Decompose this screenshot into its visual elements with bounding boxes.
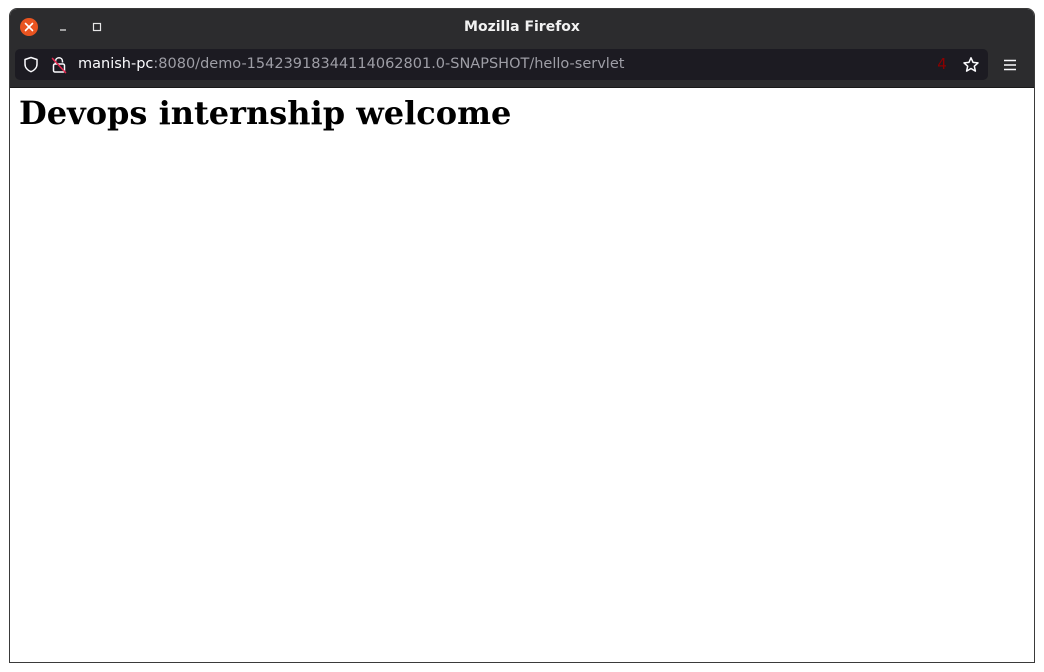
url-text[interactable]: manish-pc:8080/demo-15423918344114062801… [78, 49, 624, 80]
site-security-button[interactable] [49, 49, 69, 80]
star-icon [963, 56, 979, 72]
minimize-window-button[interactable] [54, 18, 72, 36]
url-path: :8080/demo-15423918344114062801.0-SNAPSH… [153, 56, 625, 72]
window-title: Mozilla Firefox [464, 19, 580, 35]
shield-icon [24, 56, 38, 73]
navigation-toolbar: manish-pc:8080/demo-15423918344114062801… [10, 46, 1034, 88]
url-bar[interactable]: manish-pc:8080/demo-15423918344114062801… [15, 49, 988, 80]
tracking-protection-button[interactable] [21, 49, 41, 80]
insecure-lock-icon [51, 56, 67, 73]
maximize-window-button[interactable] [88, 18, 106, 36]
url-host: manish-pc [78, 56, 154, 72]
menu-icon [1004, 59, 1016, 70]
close-icon [24, 22, 34, 32]
close-window-button[interactable] [20, 18, 38, 36]
app-menu-button[interactable] [1000, 49, 1020, 80]
maximize-icon [92, 22, 102, 32]
title-bar[interactable]: Mozilla Firefox [10, 9, 1034, 46]
minimize-icon [60, 29, 66, 31]
page-content: Devops internship welcome [10, 88, 1034, 662]
browser-window: Mozilla Firefox manish-pc:8080/demo-1542… [9, 8, 1035, 663]
page-heading: Devops internship welcome [19, 94, 512, 132]
notification-badge: 4 [937, 55, 947, 73]
bookmark-button[interactable] [961, 49, 981, 80]
